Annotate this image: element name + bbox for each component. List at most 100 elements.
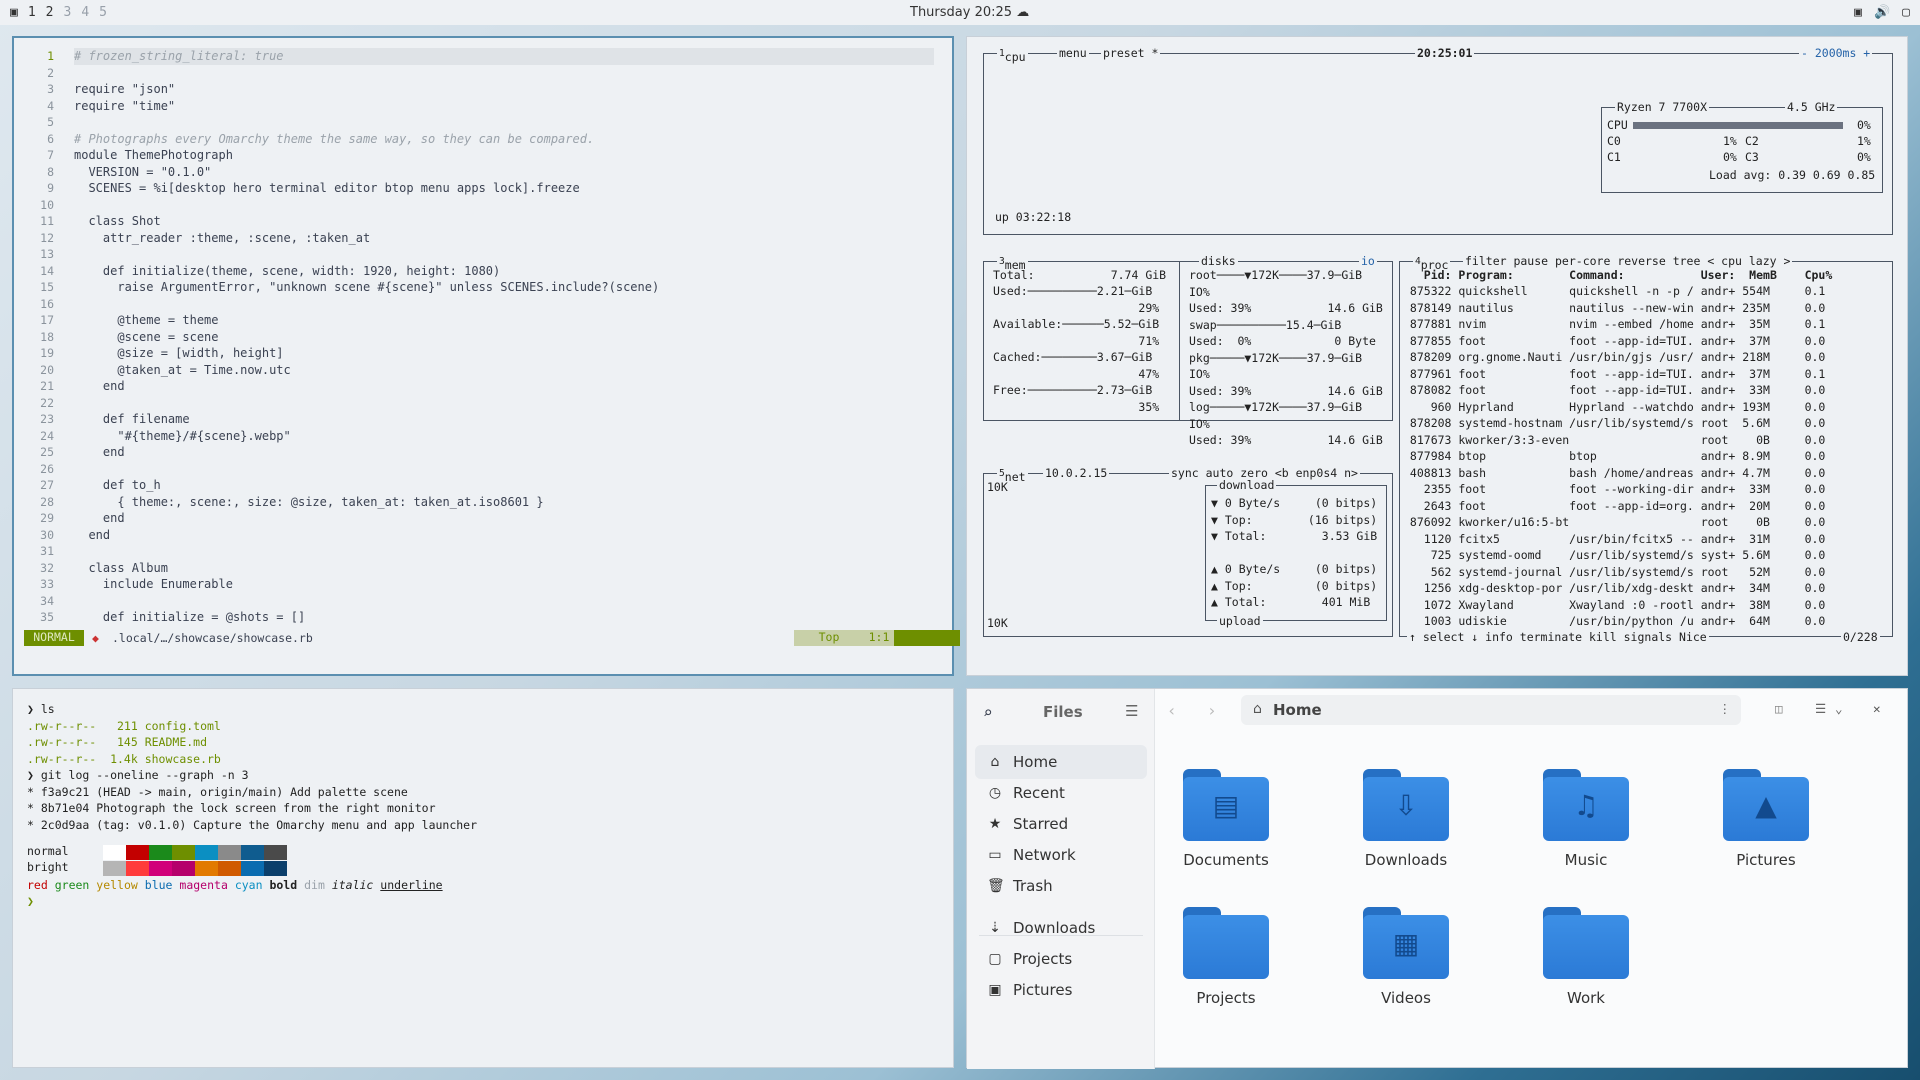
code-line[interactable]: { theme:, scene:, size: @size, taken_at:… xyxy=(74,494,543,511)
process-row[interactable]: 1072 Xwayland Xwayland :0 -rootl andr+ 3… xyxy=(1403,597,1826,614)
cpu-menu[interactable]: menu xyxy=(1057,47,1089,60)
workspace-4[interactable]: 4 xyxy=(81,5,89,20)
code-line[interactable]: include Enumerable xyxy=(74,576,233,593)
workspace-3[interactable]: 3 xyxy=(63,5,71,20)
process-row[interactable]: 875322 quickshell quickshell -n -p / and… xyxy=(1403,283,1825,300)
forward-icon[interactable]: › xyxy=(1207,701,1217,720)
editor-window[interactable]: 1 # frozen_string_literal: true 2 3 require … xyxy=(12,36,960,676)
process-row[interactable]: 1120 fcitx5 /usr/bin/fcitx5 -- andr+ 31M… xyxy=(1403,531,1826,548)
list-view-icon[interactable]: ☰ xyxy=(1815,701,1826,716)
code-line[interactable]: @size = [width, height] xyxy=(74,345,283,362)
code-line[interactable]: @taken_at = Time.now.utc xyxy=(74,362,290,379)
code-line[interactable]: def initialize(theme, scene, width: 1920… xyxy=(74,263,500,280)
folder-work[interactable]: Work xyxy=(1521,907,1651,1007)
chevron-down-icon[interactable]: ⌄ xyxy=(1835,701,1843,716)
code-line[interactable]: def initialize = @shots = [] xyxy=(74,609,305,626)
style-sample: yellow xyxy=(96,878,138,892)
code-line[interactable]: def to_h xyxy=(74,477,161,494)
location-menu-icon[interactable]: ⋮ xyxy=(1719,701,1732,716)
folder-pictures[interactable]: ▲ Pictures xyxy=(1701,769,1831,869)
cpu-interval[interactable]: - 2000ms + xyxy=(1799,47,1873,60)
folder-music[interactable]: ♫ Music xyxy=(1521,769,1651,869)
sidebar-item-downloads[interactable]: ⇣ Downloads xyxy=(975,911,1147,945)
files-window[interactable]: ⌕ Files ☰ ‹ › ⌂ Home ⋮ ◫ ☰ ⌄ ✕ ⌂ Home ◷ Rec… xyxy=(966,688,1908,1069)
sidebar-item-trash[interactable]: 🗑 Trash xyxy=(975,869,1147,903)
process-row[interactable]: 878208 systemd-hostnam /usr/lib/systemd/… xyxy=(1403,415,1825,432)
close-icon[interactable]: ✕ xyxy=(1873,701,1881,716)
code-line[interactable]: @theme = theme xyxy=(74,312,218,329)
sidebar-item-starred[interactable]: ★ Starred xyxy=(975,807,1147,841)
code-line[interactable]: attr_reader :theme, :scene, :taken_at xyxy=(74,230,370,247)
code-line[interactable]: require "time" xyxy=(74,98,175,115)
clock[interactable]: Thursday 20:25 ☁ xyxy=(910,5,1029,20)
code-line[interactable]: end xyxy=(74,510,125,527)
cpu-title[interactable]: 1cpu xyxy=(997,47,1028,64)
cpu-preset[interactable]: preset * xyxy=(1101,47,1161,60)
process-row[interactable]: 877961 foot foot --app-id=TUI. andr+ 37M… xyxy=(1403,366,1825,383)
core-c1-label: C1 xyxy=(1607,150,1621,164)
code-line[interactable]: class Shot xyxy=(74,213,160,230)
code-line[interactable]: module ThemePhotograph xyxy=(74,147,233,164)
process-row[interactable]: 877881 nvim nvim --embed /home andr+ 35M… xyxy=(1403,316,1825,333)
process-row[interactable]: 877855 foot foot --app-id=TUI. andr+ 37M… xyxy=(1403,333,1825,350)
sidebar-item-projects[interactable]: ▢ Projects xyxy=(975,942,1147,976)
code-line[interactable]: class Album xyxy=(74,560,167,577)
home-icon: ⌂ xyxy=(990,754,1000,770)
process-row[interactable]: 1256 xdg-desktop-por /usr/lib/xdg-deskt … xyxy=(1403,580,1826,597)
view-icon[interactable]: ◫ xyxy=(1775,701,1783,716)
terminal-window[interactable]: ❯ ls .rw-r--r-- 211 config.toml .rw-r--r--… xyxy=(12,688,954,1068)
location-bar[interactable]: ⌂ Home ⋮ xyxy=(1241,695,1741,725)
code-line[interactable]: VERSION = "0.1.0" xyxy=(74,164,211,181)
btop-window[interactable]: 1cpu menu preset * 20:25:01 - 2000ms + u… xyxy=(966,36,1908,676)
process-row[interactable]: 878082 foot foot --app-id=TUI. andr+ 33M… xyxy=(1403,382,1825,399)
line-number: 5 xyxy=(47,115,54,129)
process-row[interactable]: 878209 org.gnome.Nauti /usr/bin/gjs /usr… xyxy=(1403,349,1825,366)
sidebar-item-home[interactable]: ⌂ Home xyxy=(975,745,1147,779)
disk-row: root────▼172K────37.9─GiB xyxy=(1189,268,1363,282)
code-line[interactable]: raise ArgumentError, "unknown scene #{sc… xyxy=(74,279,659,296)
mem-total: Total: 7.74 GiB xyxy=(993,268,1167,282)
code-line[interactable]: end xyxy=(74,527,110,544)
sidebar-item-recent[interactable]: ◷ Recent xyxy=(975,776,1147,810)
screen-icon[interactable]: ▣ xyxy=(1854,5,1862,20)
sidebar-menu-icon[interactable]: ☰ xyxy=(1125,702,1138,720)
process-row[interactable]: 725 systemd-oomd /usr/lib/systemd/s syst… xyxy=(1403,547,1826,564)
folder-documents[interactable]: ▤ Documents xyxy=(1161,769,1291,869)
workspace-5[interactable]: 5 xyxy=(99,5,107,20)
search-icon[interactable]: ⌕ xyxy=(983,703,993,722)
process-row[interactable]: 2643 foot foot --app-id=org. andr+ 20M 0… xyxy=(1403,498,1826,515)
sidebar-item-pictures[interactable]: ▣ Pictures xyxy=(975,973,1147,1007)
code-line[interactable]: "#{theme}/#{scene}.webp" xyxy=(74,428,290,445)
process-row[interactable]: 2355 foot foot --working-dir andr+ 33M 0… xyxy=(1403,481,1826,498)
display-icon[interactable]: ▢ xyxy=(1902,5,1910,20)
process-row[interactable]: 960 Hyprland Hyprland --watchdo andr+ 19… xyxy=(1403,399,1826,416)
workspace-1[interactable]: 1 xyxy=(28,5,36,20)
process-row[interactable]: 877984 btop btop andr+ 8.9M 0.0 xyxy=(1403,448,1825,465)
code-line[interactable]: # frozen_string_literal: true xyxy=(74,48,934,65)
layout-icon[interactable]: ▣ xyxy=(10,5,18,20)
code-line[interactable]: require "json" xyxy=(74,81,175,98)
process-row[interactable]: 817673 kworker/3:3-even root 0B 0.0 xyxy=(1403,432,1825,449)
code-line[interactable]: # Photographs every Omarchy theme the sa… xyxy=(74,131,594,148)
folder-videos[interactable]: ▦ Videos xyxy=(1341,907,1471,1007)
process-row[interactable]: 878149 nautilus nautilus --new-win andr+… xyxy=(1403,300,1825,317)
line-number: 3 xyxy=(47,82,54,96)
process-row[interactable]: 408813 bash bash /home/andreas andr+ 4.7… xyxy=(1403,465,1825,482)
sidebar-item-network[interactable]: ▭ Network xyxy=(975,838,1147,872)
code-line[interactable]: def filename xyxy=(74,411,190,428)
prompt-cursor[interactable]: ❯ xyxy=(27,893,34,910)
proc-footer[interactable]: ↑ select ↓ info terminate kill signals N… xyxy=(1407,631,1709,644)
code-line[interactable]: end xyxy=(74,378,125,395)
folder-downloads[interactable]: ⇩ Downloads xyxy=(1341,769,1471,869)
code-line[interactable]: @scene = scene xyxy=(74,329,218,346)
volume-icon[interactable]: 🔊 xyxy=(1874,5,1890,20)
workspace-2[interactable]: 2 xyxy=(46,5,54,20)
process-row[interactable]: 876092 kworker/u16:5-bt root 0B 0.0 xyxy=(1403,514,1825,531)
process-row[interactable]: 562 systemd-journal /usr/lib/systemd/s r… xyxy=(1403,564,1826,581)
folder-projects[interactable]: Projects xyxy=(1161,907,1291,1007)
process-row[interactable]: 1003 udiskie /usr/bin/python /u andr+ 64… xyxy=(1403,613,1826,630)
code-line[interactable]: end xyxy=(74,444,125,461)
back-icon[interactable]: ‹ xyxy=(1167,701,1177,720)
code-line[interactable]: SCENES = %i[desktop hero terminal editor… xyxy=(74,180,579,197)
file-entry: .rw-r--r-- 211 config.toml xyxy=(27,718,221,733)
